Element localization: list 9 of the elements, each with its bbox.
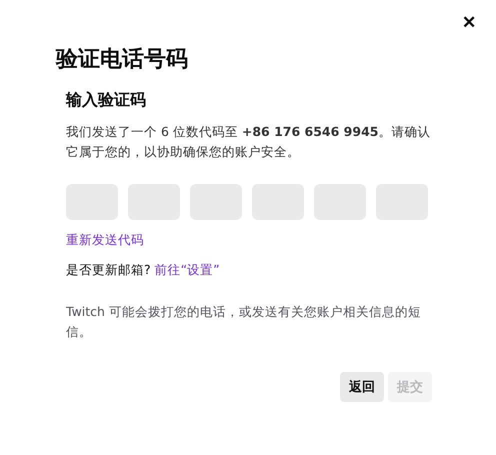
description-text: 我们发送了一个 6 位数代码至 +86 176 6546 9945。请确认它属于您的，以协助确保您的账户安全。 (66, 123, 432, 161)
back-button[interactable]: 返回 (340, 372, 384, 402)
resend-code-link[interactable]: 重新发送代码 (66, 230, 432, 250)
notice-text: Twitch 可能会拨打您的电话，或发送有关您账户相关信息的短信。 (66, 303, 422, 341)
close-button[interactable]: ✕ (458, 10, 480, 35)
section-heading: 输入验证码 (66, 89, 147, 111)
email-question: 是否更新邮箱? 前往“设置” (66, 261, 221, 279)
dialog-title: 验证电话号码 (56, 46, 189, 74)
settings-link[interactable]: 前往“设置” (154, 262, 220, 277)
